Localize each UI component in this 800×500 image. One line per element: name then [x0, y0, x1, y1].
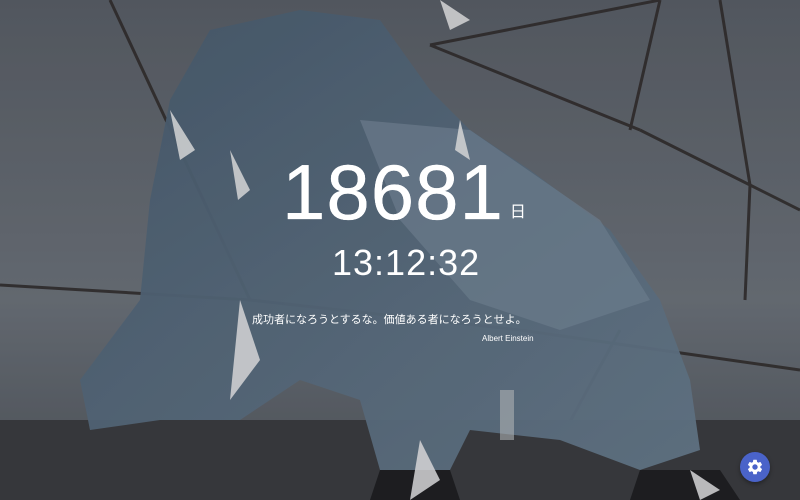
gear-icon [747, 459, 763, 475]
settings-button[interactable] [740, 452, 770, 482]
quote-text: 成功者になろうとするな。価値ある者になろうとせよ。 [252, 313, 527, 326]
days-count: 18681 [282, 148, 504, 236]
days-counter: 18681 日 [282, 152, 526, 232]
clock-time: 13:12:32 [332, 242, 481, 283]
quote-author: Albert Einstein [482, 334, 534, 343]
days-unit-label: 日 [509, 202, 526, 221]
